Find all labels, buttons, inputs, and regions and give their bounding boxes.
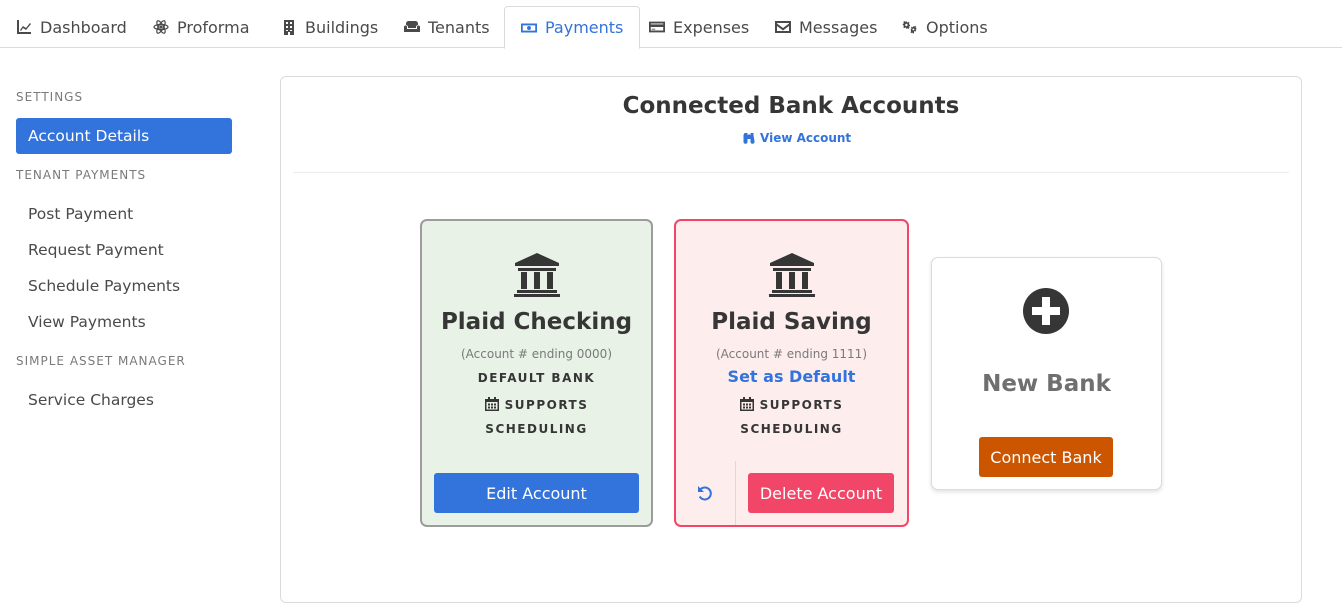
calendar-icon bbox=[739, 397, 754, 411]
page-title: Connected Bank Accounts bbox=[622, 93, 960, 119]
sidebar-item-request-payment[interactable]: Request Payment bbox=[16, 232, 232, 268]
tab-label: Expenses bbox=[673, 17, 750, 37]
supports-scheduling: SUPPORTS SCHEDULING bbox=[676, 393, 907, 441]
tab-label: Payments bbox=[545, 18, 624, 37]
tab-label: Messages bbox=[799, 17, 878, 37]
button-separator bbox=[735, 461, 736, 525]
bank-card-plaid-checking: Plaid Checking (Account # ending 0000) D… bbox=[420, 219, 653, 527]
sidebar-item-post-payment[interactable]: Post Payment bbox=[16, 196, 232, 232]
supports-label: SUPPORTS bbox=[504, 398, 589, 412]
plus-circle-icon bbox=[1022, 287, 1070, 335]
bank-name: Plaid Checking bbox=[440, 309, 633, 335]
tab-tenants[interactable]: Tenants bbox=[388, 6, 506, 48]
couch-icon bbox=[404, 21, 420, 32]
delete-account-button[interactable]: Delete Account bbox=[748, 473, 894, 513]
chart-line-icon bbox=[17, 20, 31, 34]
top-tab-bar: Dashboard Proforma Buildings Tenants Pay… bbox=[0, 0, 1342, 49]
supports-scheduling: SUPPORTS SCHEDULING bbox=[422, 393, 651, 441]
divider bbox=[293, 172, 1289, 173]
tab-buildings[interactable]: Buildings bbox=[265, 6, 394, 48]
sidebar-item-service-charges[interactable]: Service Charges bbox=[16, 382, 232, 418]
view-account-link[interactable]: View Account bbox=[743, 131, 851, 145]
supports-label: SUPPORTS bbox=[759, 398, 844, 412]
bank-name: Plaid Saving bbox=[711, 309, 872, 335]
tab-label: Tenants bbox=[428, 17, 490, 37]
set-as-default-link[interactable]: Set as Default bbox=[676, 367, 907, 386]
binoculars-icon bbox=[743, 133, 755, 144]
tab-label: Proforma bbox=[177, 17, 250, 37]
bank-card-plaid-saving: Plaid Saving (Account # ending 1111) Set… bbox=[674, 219, 909, 527]
tenant-payments-label: TENANT PAYMENTS bbox=[16, 168, 147, 182]
new-bank-label: New Bank bbox=[982, 371, 1111, 397]
cogs-icon bbox=[902, 21, 917, 34]
connect-bank-button[interactable]: Connect Bank bbox=[979, 437, 1113, 477]
tab-expenses[interactable]: Expenses bbox=[633, 6, 765, 48]
credit-card-icon bbox=[649, 21, 665, 33]
tab-label: Buildings bbox=[305, 17, 379, 37]
account-number: (Account # ending 0000) bbox=[460, 347, 612, 361]
bank-icon bbox=[768, 253, 816, 297]
view-account-label: View Account bbox=[760, 131, 852, 145]
tab-options[interactable]: Options bbox=[886, 6, 1004, 48]
sidebar-item-account-details[interactable]: Account Details bbox=[16, 118, 232, 154]
scheduling-label: SCHEDULING bbox=[740, 422, 843, 436]
envelope-icon bbox=[775, 21, 791, 33]
scheduling-label: SCHEDULING bbox=[485, 422, 588, 436]
tab-label: Dashboard bbox=[40, 17, 127, 37]
tab-messages[interactable]: Messages bbox=[759, 6, 893, 48]
default-bank-badge: DEFAULT BANK bbox=[477, 371, 596, 385]
tab-label: Options bbox=[926, 17, 988, 37]
money-bill-icon bbox=[521, 23, 537, 32]
tab-payments[interactable]: Payments bbox=[504, 6, 641, 49]
calendar-icon bbox=[484, 397, 499, 411]
account-number: (Account # ending 1111) bbox=[715, 347, 867, 361]
simple-asset-manager-label: SIMPLE ASSET MANAGER bbox=[16, 354, 186, 368]
building-icon bbox=[284, 20, 294, 35]
edit-account-button[interactable]: Edit Account bbox=[434, 473, 639, 513]
bank-icon bbox=[513, 253, 561, 297]
sidebar-item-view-payments[interactable]: View Payments bbox=[16, 304, 232, 340]
tab-dashboard[interactable]: Dashboard bbox=[0, 6, 143, 48]
sidebar-item-schedule-payments[interactable]: Schedule Payments bbox=[16, 268, 232, 304]
tab-proforma[interactable]: Proforma bbox=[137, 6, 266, 48]
atom-icon bbox=[153, 20, 169, 34]
undo-icon[interactable] bbox=[696, 484, 714, 502]
new-bank-card: New Bank Connect Bank bbox=[931, 257, 1162, 490]
